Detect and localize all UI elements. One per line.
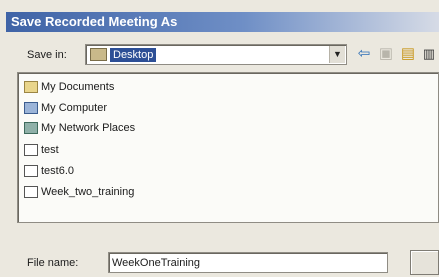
list-item[interactable]: My Network Places <box>24 120 135 136</box>
list-item[interactable]: My Computer <box>24 100 107 116</box>
chevron-down-icon[interactable]: ▼ <box>329 46 345 63</box>
list-item[interactable]: test <box>24 142 59 158</box>
up-one-level-icon[interactable]: ▣ <box>376 45 396 63</box>
file-name-field[interactable] <box>108 252 388 273</box>
save-in-value: Desktop <box>110 48 157 62</box>
document-icon <box>24 186 38 198</box>
file-name-label: File name: <box>27 257 79 269</box>
list-item-label: My Documents <box>41 81 115 93</box>
save-dialog: Save Recorded Meeting As Save in: Deskto… <box>0 0 439 277</box>
list-item[interactable]: My Documents <box>24 79 114 95</box>
file-list[interactable]: My Documents My Computer My Network Plac… <box>17 72 439 223</box>
list-item-label: My Network Places <box>41 122 136 134</box>
network-places-icon <box>24 122 38 134</box>
list-item-label: test6.0 <box>41 165 75 177</box>
list-item-label: Week_two_training <box>41 186 135 198</box>
list-item-label: My Computer <box>41 102 108 114</box>
document-icon <box>24 144 38 156</box>
save-in-label: Save in: <box>27 49 67 61</box>
list-item[interactable]: test6.0 <box>24 163 74 179</box>
back-arrow-icon[interactable]: ⇦ <box>354 45 374 63</box>
my-computer-icon <box>24 102 38 114</box>
desktop-folder-icon <box>90 48 107 61</box>
dialog-title: Save Recorded Meeting As <box>6 12 439 32</box>
save-in-dropdown[interactable]: Desktop ▼ <box>85 44 347 65</box>
save-button[interactable] <box>410 250 439 275</box>
list-item[interactable]: Week_two_training <box>24 184 134 200</box>
my-documents-folder-icon <box>24 81 38 93</box>
list-item-label: test <box>41 144 59 156</box>
views-menu-icon[interactable]: ▥ <box>421 45 437 63</box>
document-icon <box>24 165 38 177</box>
new-folder-icon[interactable]: ▤ <box>398 45 418 63</box>
